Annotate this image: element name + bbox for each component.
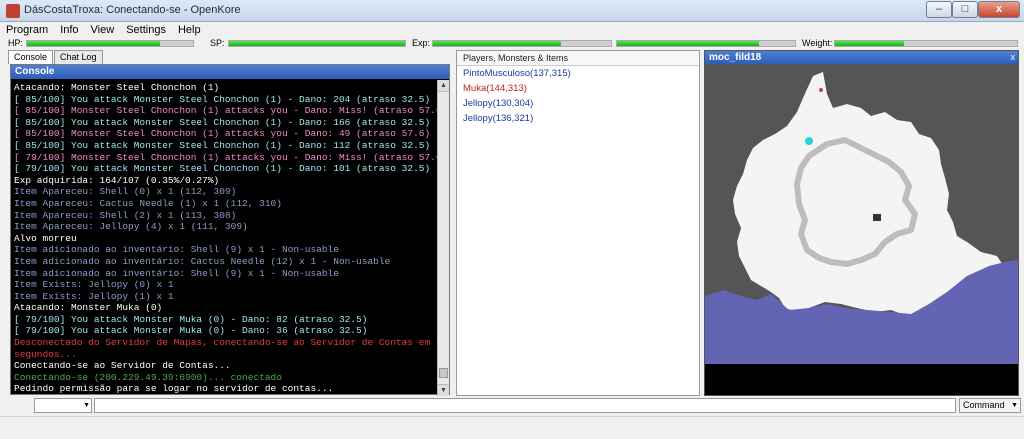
console-line: [ 79/100] You attack Monster Steel Chonc… (14, 163, 431, 175)
entities-header: Players, Monsters & Items (457, 51, 699, 66)
console-line: Pedindo permissão para se logar no servi… (14, 383, 334, 395)
entity-list: PintoMusculoso(137,315) Muka(144,313) Jell… (457, 66, 699, 126)
entity-item[interactable]: PintoMusculoso(137,315) (457, 66, 699, 81)
scroll-up-icon[interactable]: ▲ (438, 80, 449, 92)
hp-label: HP: (8, 38, 24, 48)
menu-help[interactable]: Help (172, 24, 207, 36)
console-line: Conectando-se ao Servidor de Contas... (14, 360, 231, 372)
map-obstacle (873, 214, 881, 221)
console-line: [ 79/100] You attack Monster Muka (0) - … (14, 313, 368, 325)
scroll-thumb[interactable] (439, 368, 448, 378)
console-line: Desconectado do Servidor de Mapas, conec… (14, 337, 437, 349)
sp-bar-fill (229, 41, 405, 46)
console-line: Item Apareceu: Shell (0) x 1 (112, 309) (14, 186, 237, 198)
console-line: Atacando: Monster Muka (0) (14, 302, 163, 314)
console-panel: Console Atacando: Monster Steel Chonchon… (10, 64, 450, 396)
command-mode-select[interactable]: Command ▼ (959, 398, 1021, 413)
map-header: moc_fild18 x (705, 51, 1018, 64)
app-icon (6, 4, 20, 18)
console-line: [ 85/100] Monster Steel Chonchon (1) att… (14, 128, 431, 140)
console-line: Atacando: Monster Steel Chonchon (1) (14, 82, 220, 93)
map-black-margin (705, 364, 1018, 395)
console-line: [ 85/100] You attack Monster Steel Chonc… (14, 139, 431, 151)
maximize-button[interactable]: □ (952, 1, 978, 18)
console-line: Item Exists: Jellopy (0) x 1 (14, 279, 174, 291)
command-mode-label: Command (963, 400, 1005, 410)
window-controls: – □ x (926, 1, 1020, 19)
hp-bar-fill (27, 41, 160, 46)
hp-bar (26, 40, 194, 47)
console-output[interactable]: Atacando: Monster Steel Chonchon (1)[ 85… (11, 80, 437, 396)
console-line: Alvo morreu (14, 232, 77, 244)
console-line: Item Apareceu: Shell (2) x 1 (113, 308) (14, 209, 237, 221)
command-row: ▼ Command ▼ (0, 398, 1024, 414)
weight-bar-fill (835, 41, 905, 46)
console-scrollbar[interactable]: ▲ ▼ (437, 80, 449, 396)
map-panel: moc_fild18 x (704, 50, 1019, 396)
console-line: Item adicionado ao inventário: Shell (9)… (14, 244, 339, 256)
portal-marker (819, 88, 823, 92)
weight-label: Weight: (802, 38, 833, 48)
weight-bar (834, 40, 1018, 47)
menu-program[interactable]: Program (0, 24, 54, 36)
console-line: [ 85/100] You attack Monster Steel Chonc… (14, 116, 431, 128)
history-dropdown[interactable]: ▼ (34, 398, 92, 413)
menu-view[interactable]: View (85, 24, 121, 36)
console-line: [ 85/100] Monster Steel Chonchon (1) att… (14, 105, 437, 117)
entities-panel: Players, Monsters & Items PintoMusculoso… (456, 50, 700, 396)
console-line: Item adicionado ao inventário: Shell (9)… (14, 267, 339, 279)
console-line: [ 79/100] Monster Steel Chonchon (1) att… (14, 151, 437, 163)
menu-info[interactable]: Info (54, 24, 84, 36)
job-exp-bar (616, 40, 796, 47)
console-line: Item Apareceu: Jellopy (4) x 1 (111, 309… (14, 221, 248, 233)
tab-chat-log[interactable]: Chat Log (54, 50, 103, 64)
console-line: Item adicionado ao inventário: Cactus Ne… (14, 255, 391, 267)
console-line: segundos... (14, 348, 77, 360)
command-input[interactable] (94, 398, 956, 413)
entity-item[interactable]: Jellopy(136,321) (457, 111, 699, 126)
chevron-down-icon: ▼ (83, 402, 90, 409)
console-line: Conectando-se (200.229.49.39:6900)... co… (14, 371, 282, 383)
scroll-down-icon[interactable]: ▼ (438, 384, 449, 396)
console-line: Item Apareceu: Cactus Needle (1) x 1 (11… (14, 197, 282, 209)
map-close-icon[interactable]: x (1011, 51, 1016, 64)
minimize-button[interactable]: – (926, 1, 952, 18)
entity-item[interactable]: Jellopy(130,304) (457, 96, 699, 111)
chevron-down-icon: ▼ (1011, 402, 1018, 409)
close-button[interactable]: x (978, 1, 1020, 18)
map-title: moc_fild18 (709, 52, 762, 63)
tab-console[interactable]: Console (8, 50, 54, 64)
exp-label: Exp: (412, 38, 431, 48)
console-header: Console (11, 65, 449, 79)
window-title: DásCostaTroxa: Conectando-se - OpenKore (24, 4, 241, 16)
menu-bar: Program Info View Settings Help (0, 22, 1024, 38)
console-tabs: Console Chat Log (8, 50, 104, 64)
sp-label: SP: (210, 38, 225, 48)
minimap[interactable] (705, 64, 1018, 395)
job-exp-bar-fill (617, 41, 760, 46)
console-line: [ 79/100] You attack Monster Muka (0) - … (14, 325, 368, 337)
entity-item[interactable]: Muka(144,313) (457, 81, 699, 96)
title-bar: DásCostaTroxa: Conectando-se - OpenKore … (0, 0, 1024, 22)
status-bar: HP: SP: Exp: Weight: (0, 38, 1024, 49)
exp-bar-fill (433, 41, 562, 46)
console-line: Item Exists: Jellopy (1) x 1 (14, 290, 174, 302)
bottom-status-strip (0, 416, 1024, 439)
exp-bar (432, 40, 612, 47)
console-line: [ 85/100] You attack Monster Steel Chonc… (14, 93, 431, 105)
console-line: Exp adquirida: 164/107 (0.35%/0.27%) (14, 174, 220, 186)
player-marker (805, 137, 813, 145)
menu-settings[interactable]: Settings (120, 24, 172, 36)
sp-bar (228, 40, 406, 47)
